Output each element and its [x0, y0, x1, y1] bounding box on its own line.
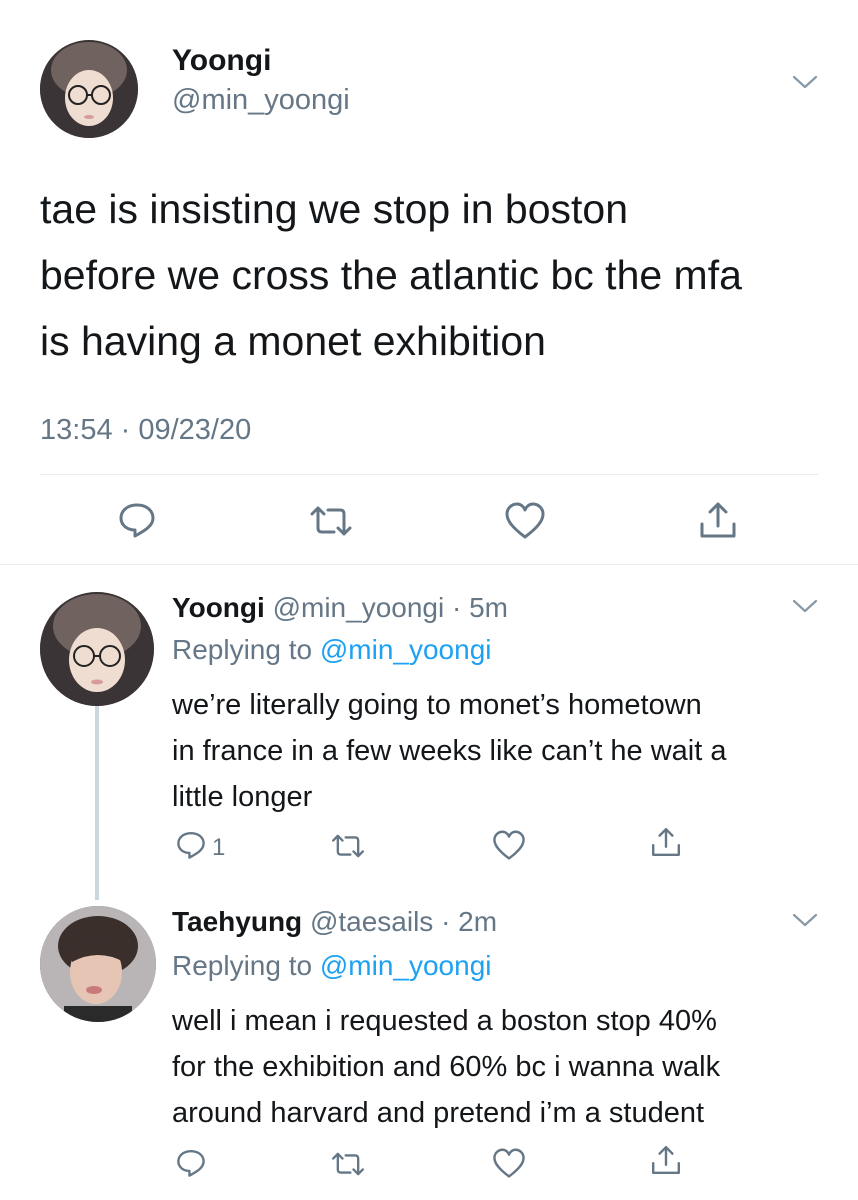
share-icon[interactable] [698, 500, 738, 540]
reply-text-line: we’re literally going to monet’s hometow… [172, 689, 702, 721]
retweet-icon[interactable] [330, 1150, 366, 1178]
reply-icon[interactable] [176, 1148, 206, 1178]
reply-text-line: little longer [172, 781, 313, 813]
tweet-text-line: before we cross the atlantic bc the mfa [40, 252, 742, 298]
chevron-down-icon[interactable] [792, 598, 818, 614]
like-icon[interactable] [492, 830, 526, 861]
reply-text: well i mean i requested a boston stop 40… [172, 998, 720, 1136]
reply-count: 1 [212, 834, 226, 861]
tweet-text-line: tae is insisting we stop in boston [40, 186, 628, 232]
reply-header: Yoongi @min_yoongi · 5m [172, 592, 508, 624]
replying-prefix: Replying to [172, 634, 313, 665]
replying-prefix: Replying to [172, 950, 313, 981]
reply-icon[interactable] [176, 830, 206, 860]
share-icon[interactable] [650, 826, 682, 858]
display-name[interactable]: Yoongi [172, 44, 271, 78]
timestamp[interactable]: 13:54 · 09/23/20 [40, 414, 251, 447]
like-icon[interactable] [492, 1148, 526, 1179]
reply-icon[interactable] [118, 502, 156, 538]
share-icon[interactable] [650, 1144, 682, 1176]
avatar-yoongi[interactable] [40, 40, 138, 138]
divider [0, 564, 858, 565]
replying-to-link[interactable]: @min_yoongi [320, 634, 492, 665]
tweet-text: tae is insisting we stop in boston befor… [40, 176, 742, 374]
replying-to-link[interactable]: @min_yoongi [320, 950, 492, 981]
chevron-down-icon[interactable] [792, 912, 818, 928]
replying-to: Replying to @min_yoongi [172, 634, 492, 666]
chevron-down-icon[interactable] [792, 74, 818, 90]
tweet-text-line: is having a monet exhibition [40, 318, 546, 364]
handle-time[interactable]: @min_yoongi · 5m [273, 592, 508, 623]
retweet-icon[interactable] [330, 832, 366, 860]
reply-text-line: well i mean i requested a boston stop 40… [172, 1005, 717, 1037]
reply-text-line: in france in a few weeks like can’t he w… [172, 735, 727, 767]
reply-text-line: around harvard and pretend i’m a student [172, 1097, 705, 1129]
like-icon[interactable] [504, 502, 546, 540]
retweet-icon[interactable] [308, 504, 354, 538]
thread-line [95, 704, 99, 900]
handle-time[interactable]: @taesails · 2m [310, 906, 497, 937]
reply-header: Taehyung @taesails · 2m [172, 906, 497, 938]
handle[interactable]: @min_yoongi [172, 84, 350, 117]
divider [40, 474, 818, 475]
avatar-taehyung[interactable] [40, 906, 156, 1022]
reply-text-line: for the exhibition and 60% bc i wanna wa… [172, 1051, 721, 1083]
display-name[interactable]: Yoongi [172, 592, 265, 623]
replying-to: Replying to @min_yoongi [172, 950, 492, 982]
reply-text: we’re literally going to monet’s hometow… [172, 682, 727, 820]
display-name[interactable]: Taehyung [172, 906, 302, 937]
avatar-yoongi[interactable] [40, 592, 154, 706]
